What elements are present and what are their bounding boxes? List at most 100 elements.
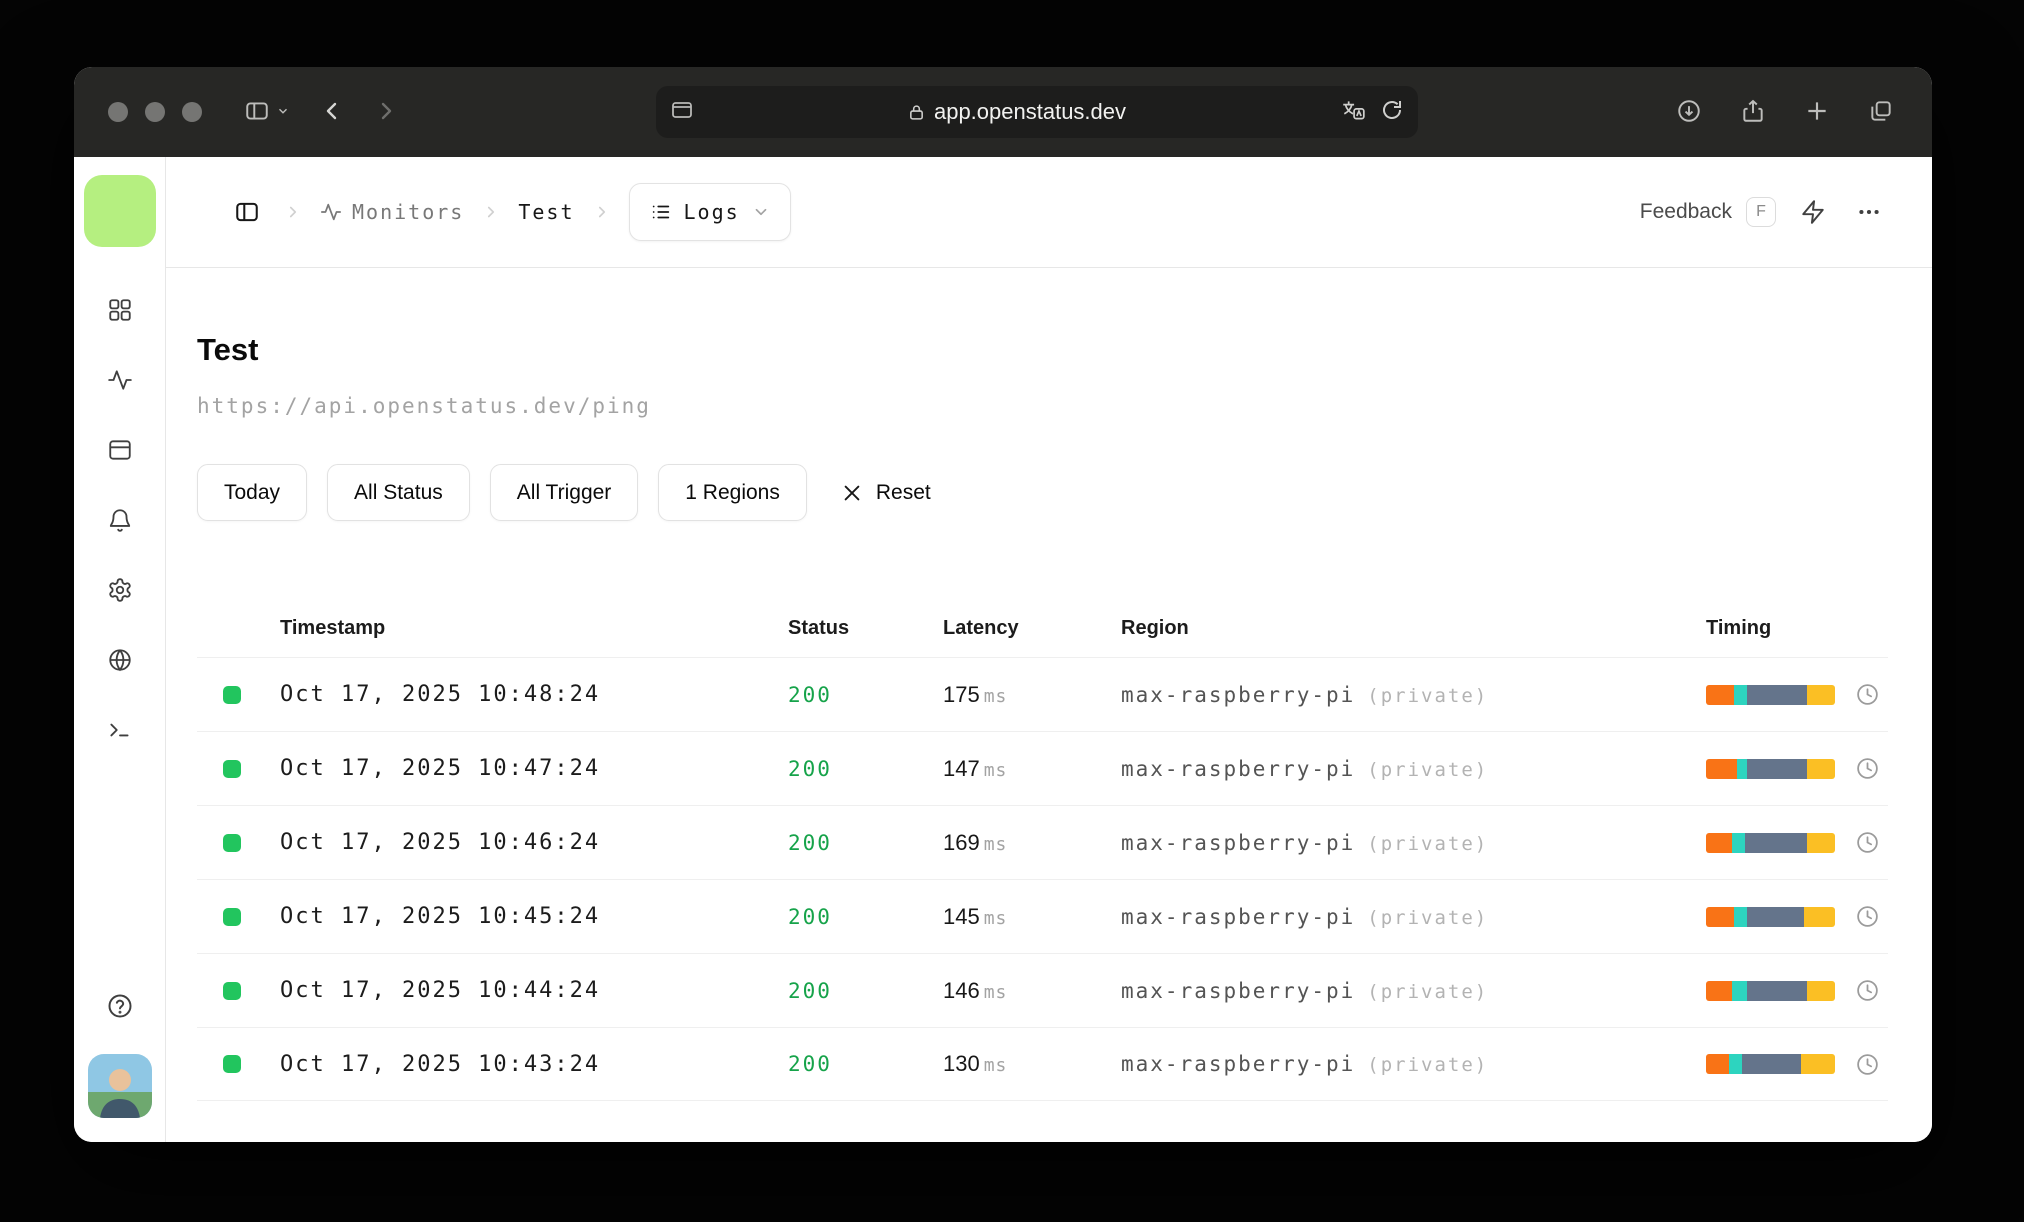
timing-details-button[interactable] [1855, 682, 1880, 707]
log-row[interactable]: Oct 17, 2025 10:47:24 200 147 ms max-ras… [197, 731, 1888, 805]
grid-icon [108, 299, 131, 321]
url-text: app.openstatus.dev [933, 99, 1127, 124]
log-latency: 175 ms [943, 682, 1121, 708]
sidebar-item-domains[interactable] [107, 647, 133, 673]
translate-icon[interactable] [1340, 97, 1366, 128]
table-header-row: Timestamp Status Latency Region Timing [197, 599, 1888, 657]
timing-details-button[interactable] [1855, 830, 1880, 855]
minimize-window-button[interactable] [145, 102, 165, 122]
sidebar-item-monitors[interactable] [107, 367, 133, 393]
forward-icon [374, 99, 398, 126]
address-bar[interactable]: app.openstatus.dev [656, 86, 1418, 138]
close-window-button[interactable] [108, 102, 128, 122]
panel-toggle-icon [236, 202, 258, 222]
log-region: max-raspberry-pi (private) [1121, 979, 1706, 1003]
workspace-logo[interactable] [83, 175, 156, 247]
log-row[interactable]: Oct 17, 2025 10:44:24 200 146 ms max-ras… [197, 953, 1888, 1027]
filter-trigger[interactable]: All Trigger [489, 464, 639, 521]
chevron-right-icon [593, 203, 611, 221]
plus-icon [1804, 98, 1830, 127]
timing-segment [1806, 832, 1835, 853]
region-name: max-raspberry-pi [1121, 756, 1356, 781]
help-button[interactable] [106, 992, 134, 1020]
timing-segment [1731, 832, 1745, 853]
latency-value: 169 [943, 829, 980, 855]
row-status-cell [197, 759, 280, 778]
sidebar-item-notifications[interactable] [107, 507, 133, 533]
sidebar-item-dashboard[interactable] [107, 297, 133, 323]
user-avatar[interactable] [87, 1054, 152, 1118]
timing-details-button[interactable] [1855, 904, 1880, 929]
view-selector-button[interactable]: Logs [628, 183, 791, 241]
sidebar-bottom [87, 992, 152, 1118]
panel-toggle-button[interactable] [228, 193, 266, 231]
page-settings-icon[interactable] [670, 98, 694, 127]
timing-segment [1706, 980, 1732, 1001]
timing-bar [1706, 1054, 1835, 1074]
safari-sidebar-button[interactable] [240, 94, 294, 131]
breadcrumb-monitors[interactable]: Monitors [320, 200, 464, 224]
timing-segment [1747, 906, 1805, 927]
logs-table: Timestamp Status Latency Region Timing O… [197, 599, 1888, 1101]
filter-bar: Today All Status All Trigger 1 Regions R… [197, 464, 1888, 521]
latency-value: 147 [943, 755, 980, 781]
close-icon [844, 485, 860, 500]
sidebar-item-status-pages[interactable] [107, 437, 133, 463]
share-button[interactable] [1736, 94, 1770, 131]
log-row[interactable]: Oct 17, 2025 10:43:24 200 130 ms max-ras… [197, 1027, 1888, 1101]
log-timing [1706, 756, 1888, 781]
log-latency: 130 ms [943, 1051, 1121, 1077]
timing-segment [1744, 832, 1807, 853]
timing-segment [1736, 758, 1748, 779]
column-timing: Timing [1706, 616, 1772, 639]
log-status-code: 200 [788, 904, 832, 929]
log-region: max-raspberry-pi (private) [1121, 905, 1706, 929]
timing-details-button[interactable] [1855, 1052, 1880, 1077]
chevron-right-icon [284, 203, 302, 221]
sidebar-item-settings[interactable] [107, 577, 133, 603]
timing-details-button[interactable] [1855, 756, 1880, 781]
filter-period[interactable]: Today [197, 464, 308, 521]
breadcrumb-monitor-name[interactable]: Test [518, 200, 574, 224]
timing-details-button[interactable] [1855, 978, 1880, 1003]
page-header: Monitors Test Logs Feedback F [166, 157, 1932, 268]
log-rows: Oct 17, 2025 10:48:24 200 175 ms max-ras… [197, 657, 1888, 1101]
filter-status[interactable]: All Status [327, 464, 470, 521]
log-row[interactable]: Oct 17, 2025 10:45:24 200 145 ms max-ras… [197, 879, 1888, 953]
log-row[interactable]: Oct 17, 2025 10:46:24 200 169 ms max-ras… [197, 805, 1888, 879]
new-tab-button[interactable] [1800, 94, 1834, 131]
tab-overview-button[interactable] [1864, 94, 1898, 131]
log-timestamp: Oct 17, 2025 10:45:24 [280, 904, 601, 929]
column-timestamp: Timestamp [280, 616, 386, 639]
zoom-window-button[interactable] [182, 102, 202, 122]
timing-segment [1734, 684, 1748, 705]
timing-segment [1747, 758, 1807, 779]
back-button[interactable] [316, 95, 348, 130]
reload-icon[interactable] [1380, 98, 1404, 127]
clock-icon [1857, 684, 1878, 705]
feedback-button[interactable]: Feedback F [1640, 197, 1776, 227]
sidebar-item-cli[interactable] [107, 717, 133, 743]
filter-regions[interactable]: 1 Regions [658, 464, 807, 521]
log-latency: 146 ms [943, 978, 1121, 1004]
log-row[interactable]: Oct 17, 2025 10:48:24 200 175 ms max-ras… [197, 657, 1888, 731]
status-dot [223, 759, 241, 778]
list-icon [652, 205, 669, 219]
download-icon [1676, 98, 1702, 127]
more-options-button[interactable] [1850, 193, 1888, 231]
region-visibility: (private) [1367, 906, 1489, 929]
gear-icon [108, 578, 131, 602]
browser-toolbar: app.openstatus.dev [74, 67, 1932, 157]
url-display: app.openstatus.dev [694, 99, 1340, 125]
log-status-code: 200 [788, 830, 832, 855]
clock-icon [1857, 980, 1878, 1001]
downloads-button[interactable] [1672, 94, 1706, 131]
forward-button[interactable] [370, 95, 402, 130]
reset-filters-button[interactable]: Reset [841, 481, 931, 505]
column-status: Status [788, 616, 850, 639]
clock-icon [1857, 906, 1878, 927]
quick-actions-button[interactable] [1794, 193, 1832, 231]
addressbar-area: app.openstatus.dev [424, 86, 1650, 138]
row-status-cell [197, 833, 280, 852]
clock-icon [1857, 1053, 1878, 1075]
